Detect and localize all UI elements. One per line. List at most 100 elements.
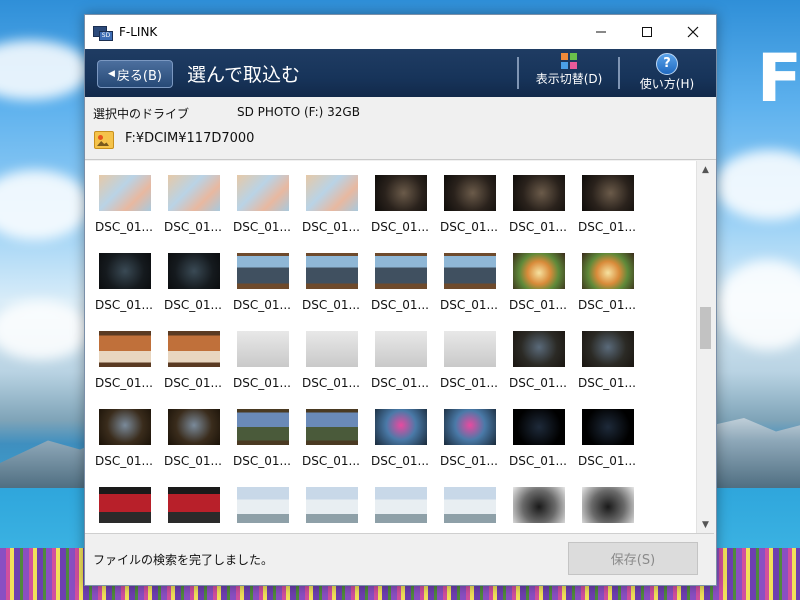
thumbnail-image [444, 253, 496, 289]
view-toggle-label: 表示切替(D) [535, 72, 603, 86]
title-bar[interactable]: SD F-LINK [85, 15, 716, 49]
photo-thumbnail[interactable]: DSC_01... [227, 477, 296, 533]
photo-thumbnail[interactable]: DSC_01... [89, 399, 158, 475]
thumbnail-filename: DSC_01... [95, 220, 153, 234]
thumbnail-filename: DSC_01... [233, 220, 291, 234]
photo-thumbnail[interactable]: DSC_01... [503, 321, 572, 397]
toolbar: ◀ 戻る(B) 選んで取込む 表示切替(D) ? 使い方(H) [85, 49, 716, 97]
photo-folder-icon [94, 131, 114, 149]
thumbnail-filename: DSC_01... [509, 298, 567, 312]
photo-thumbnail[interactable]: DSC_01... [89, 165, 158, 241]
back-button[interactable]: ◀ 戻る(B) [97, 60, 173, 88]
thumbnail-filename: DSC_01... [95, 298, 153, 312]
toolbar-separator [618, 57, 620, 89]
photo-thumbnail[interactable]: DSC_01... [296, 165, 365, 241]
thumbnail-image [444, 487, 496, 523]
maximize-button[interactable] [624, 15, 670, 49]
photo-thumbnail[interactable]: DSC_01... [434, 165, 503, 241]
photo-thumbnail[interactable]: DSC_01... [572, 321, 641, 397]
toolbar-separator [517, 57, 519, 89]
window-title: F-LINK [119, 25, 158, 39]
vertical-scrollbar[interactable]: ▲ ▼ [696, 161, 714, 533]
thumbnail-filename: DSC_01... [164, 376, 222, 390]
help-icon: ? [656, 53, 678, 75]
back-arrow-icon: ◀ [108, 69, 115, 79]
thumbnail-image [306, 331, 358, 367]
thumbnail-image [168, 175, 220, 211]
thumbnail-image [168, 409, 220, 445]
cloud-decoration [715, 150, 800, 220]
scroll-down-button[interactable]: ▼ [697, 516, 714, 533]
photo-thumbnail[interactable]: DSC_01... [572, 243, 641, 319]
photo-thumbnail[interactable]: DSC_01... [365, 399, 434, 475]
thumbnail-image [513, 253, 565, 289]
background-logo-letters: F [756, 40, 800, 117]
chevron-down-icon: ▼ [702, 519, 709, 530]
thumbnail-image [582, 331, 634, 367]
thumbnail-filename: DSC_01... [509, 220, 567, 234]
photo-thumbnail[interactable]: DSC_01... [572, 165, 641, 241]
photo-thumbnail[interactable]: DSC_01... [296, 243, 365, 319]
thumbnail-filename: DSC_01... [578, 298, 636, 312]
thumbnail-image [375, 253, 427, 289]
thumbnail-image [99, 253, 151, 289]
chevron-up-icon: ▲ [702, 164, 709, 175]
photo-thumbnail[interactable]: DSC_01... [158, 165, 227, 241]
save-button[interactable]: 保存(S) [568, 542, 698, 575]
page-title: 選んで取込む [187, 64, 301, 86]
drive-name: SD PHOTO (F:) 32GB [237, 105, 360, 119]
photo-thumbnail[interactable]: DSC_01... [503, 399, 572, 475]
thumbnail-filename: DSC_01... [164, 454, 222, 468]
thumbnail-image [168, 331, 220, 367]
flink-app-icon: SD [93, 24, 113, 41]
thumbnail-filename: DSC_01... [233, 454, 291, 468]
photo-thumbnail[interactable]: DSC_01... [503, 477, 572, 533]
photo-thumbnail[interactable]: DSC_01... [503, 165, 572, 241]
photo-thumbnail[interactable]: DSC_01... [572, 477, 641, 533]
photo-thumbnail[interactable]: DSC_01... [89, 321, 158, 397]
close-button[interactable] [670, 15, 716, 49]
scroll-up-button[interactable]: ▲ [697, 161, 714, 178]
photo-thumbnail[interactable]: DSC_01... [227, 399, 296, 475]
view-toggle-button[interactable]: 表示切替(D) [529, 53, 609, 87]
photo-thumbnail[interactable]: DSC_01... [158, 243, 227, 319]
thumbnail-image [444, 409, 496, 445]
photo-thumbnail[interactable]: DSC_01... [227, 243, 296, 319]
photo-thumbnail[interactable]: DSC_01... [572, 399, 641, 475]
thumbnail-filename: DSC_01... [440, 454, 498, 468]
photo-thumbnail[interactable]: DSC_01... [365, 243, 434, 319]
photo-thumbnail[interactable]: DSC_01... [503, 243, 572, 319]
photo-thumbnail[interactable]: DSC_01... [434, 399, 503, 475]
back-button-label: 戻る(B) [116, 68, 162, 84]
photo-thumbnail[interactable]: DSC_01... [158, 399, 227, 475]
photo-thumbnail[interactable]: DSC_01... [365, 165, 434, 241]
photo-thumbnail[interactable]: DSC_01... [89, 243, 158, 319]
thumbnail-filename: DSC_01... [440, 220, 498, 234]
photo-thumbnail[interactable]: DSC_01... [89, 477, 158, 533]
photo-thumbnail[interactable]: DSC_01... [227, 321, 296, 397]
thumbnail-image [99, 331, 151, 367]
photo-thumbnail[interactable]: DSC_01... [365, 321, 434, 397]
thumbnail-filename: DSC_01... [302, 376, 360, 390]
photo-thumbnail[interactable]: DSC_01... [296, 321, 365, 397]
photo-thumbnail[interactable]: DSC_01... [158, 477, 227, 533]
thumbnail-image [168, 487, 220, 523]
photo-thumbnail[interactable]: DSC_01... [434, 321, 503, 397]
help-button[interactable]: ? 使い方(H) [631, 53, 703, 92]
photo-thumbnail[interactable]: DSC_01... [434, 243, 503, 319]
photo-thumbnail[interactable]: DSC_01... [365, 477, 434, 533]
thumbnail-image [513, 175, 565, 211]
photo-thumbnail[interactable]: DSC_01... [434, 477, 503, 533]
flink-window: SD F-LINK ◀ 戻る(B) 選んで取込む 表示切替(D) ? 使い方(H… [84, 14, 717, 586]
photo-thumbnail[interactable]: DSC_01... [227, 165, 296, 241]
cloud-decoration [0, 300, 90, 360]
cloud-decoration [0, 170, 90, 240]
photo-thumbnail[interactable]: DSC_01... [296, 399, 365, 475]
thumbnail-image [237, 175, 289, 211]
minimize-button[interactable] [578, 15, 624, 49]
photo-thumbnail[interactable]: DSC_01... [296, 477, 365, 533]
scroll-thumb[interactable] [700, 307, 711, 349]
selected-drive-label: 選択中のドライブ [93, 107, 190, 121]
photo-thumbnail[interactable]: DSC_01... [158, 321, 227, 397]
thumbnail-grid[interactable]: DSC_01... DSC_01... DSC_01... DSC_01... DSC_… [85, 161, 714, 534]
